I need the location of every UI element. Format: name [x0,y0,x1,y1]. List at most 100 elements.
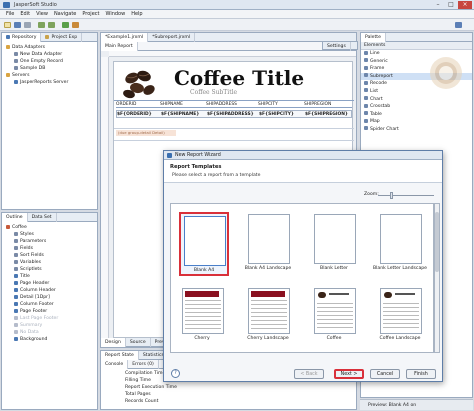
tab-main-report[interactable]: Main Report [101,42,138,51]
detail-field-cell[interactable]: $F{SHIPREGION} [305,112,348,117]
menu-item-window[interactable]: Window [105,10,125,19]
back-button[interactable]: < Back [294,369,324,379]
template-item[interactable]: Coffee Landscape [377,286,427,346]
tab-settings[interactable]: Settings [323,42,351,51]
zoom-slider[interactable] [378,192,434,199]
column-header-cell[interactable]: SHIPCITY [258,102,278,107]
template-item[interactable]: Cherry Landscape [245,286,295,346]
report-subtitle[interactable]: Coffee SubTitle [190,89,237,96]
menu-item-view[interactable]: View [36,10,48,19]
tab-palette[interactable]: Palette [361,33,386,42]
detail-field-cell[interactable]: $F{SHIPCITY} [259,112,294,117]
template-item[interactable]: Blank A4 [179,212,229,276]
menu-item-navigate[interactable]: Navigate [54,10,76,19]
perspective-icon[interactable] [455,22,462,28]
template-item[interactable]: Coffee [311,286,361,346]
run-icon[interactable] [62,22,69,28]
tab-dataset[interactable]: Data Set [28,213,57,222]
close-icon[interactable]: × [458,1,472,9]
outline-tree-item[interactable]: Coffee [4,224,95,231]
outline-tree-item[interactable]: Last Page Footer [4,315,95,322]
outline-tree-item[interactable]: Sort Fields [4,252,95,259]
palette-item-map[interactable]: Map [361,118,472,126]
outline-tree-item[interactable]: Summary [4,322,95,329]
gallery-scrollbar[interactable] [434,203,440,353]
outline-tree-item[interactable]: Page Header [4,280,95,287]
menu-item-file[interactable]: File [6,10,14,19]
palette-item-table[interactable]: Table [361,111,472,119]
column-header-cell[interactable]: SHIPNAME [160,102,183,107]
repository-tree-item[interactable]: Servers [4,72,95,79]
outline-tree-item[interactable]: Scriptlets [4,266,95,273]
outline-tree-node-icon [14,273,18,278]
outline-tree-item[interactable]: Column Header [4,287,95,294]
undo-icon[interactable] [38,22,45,28]
next-button[interactable]: Next > [334,369,364,379]
repository-tree-item-label: New Data Adapter [20,52,63,57]
outline-tree-item[interactable]: Detail [1Dpr] [4,294,95,301]
template-item[interactable]: Blank Letter [311,212,361,276]
template-item[interactable]: Cherry [179,286,229,346]
menu-item-help[interactable]: Help [131,10,142,19]
outline-tree-item[interactable]: Styles [4,231,95,238]
repository-tree-item[interactable]: Sample DB [4,65,95,72]
redo-icon[interactable] [48,22,55,28]
palette-item-chart[interactable]: Chart [361,96,472,104]
tab-subreport[interactable]: *Subreport.jrxml [148,33,196,42]
column-header-cell[interactable]: SHIPREGION [304,102,331,107]
report-title[interactable]: Coffee Title [174,66,304,90]
outline-tree-item-label: Background [20,337,48,342]
repository-tree-item[interactable]: JasperReports Server [4,79,95,86]
outline-tree-node-icon [14,266,18,271]
finish-button[interactable]: Finish [406,369,436,379]
help-button[interactable]: ? [171,369,180,378]
cancel-button[interactable]: Cancel [370,369,400,379]
palette-item-crosstab[interactable]: Crosstab [361,103,472,111]
minimize-icon[interactable]: – [432,1,444,9]
main-toolbar [0,19,474,31]
outline-tree-item[interactable]: No Data [4,329,95,336]
detail-field-cell[interactable]: $F{ORDERID} [117,112,152,117]
palette-section-header[interactable]: Elements [361,42,472,50]
palette-element-icon [364,80,368,85]
detail-field-cell[interactable]: $F{SHIPADDRESS} [207,112,254,117]
repository-tree-item[interactable]: New Data Adapter [4,51,95,58]
gallery-scroll-thumb[interactable] [435,212,439,272]
palette-item-spider-chart[interactable]: Spider Chart [361,126,472,134]
tab-example1[interactable]: *Example1.jrxml [101,33,149,42]
tab-design[interactable]: Design [101,338,126,347]
palette-element-icon [364,65,368,70]
tab-project-explorer[interactable]: Project Exp [41,33,83,42]
column-header-cell[interactable]: SHIPADDRESS [206,102,237,107]
tab-source[interactable]: Source [126,338,151,347]
detail-field-cell[interactable]: $F{SHIPNAME} [161,112,199,117]
outline-tree-item[interactable]: Background [4,336,95,343]
outline-tree-item-label: Scriptlets [20,267,42,272]
repository-tree-item[interactable]: One Empty Record [4,58,95,65]
menu-item-edit[interactable]: Edit [20,10,30,19]
tab-outline[interactable]: Outline [2,213,28,222]
column-header-cell[interactable]: ORDERID [116,102,136,107]
zoom-slider-handle[interactable] [390,192,393,199]
menu-item-project[interactable]: Project [82,10,99,19]
tab-report-state[interactable]: Report State [101,351,139,360]
outline-tree-item[interactable]: Column Footer [4,301,95,308]
outline-tree-item[interactable]: Parameters [4,238,95,245]
tab-console[interactable]: Console [101,360,129,369]
title-band-divider [114,100,354,101]
template-item[interactable]: Blank Letter Landscape [373,212,427,276]
maximize-icon[interactable]: □ [445,1,457,9]
tab-errors[interactable]: Errors (0) [128,360,159,369]
report-state-row: Report Execution Time [125,385,177,390]
repository-tree-item[interactable]: Data Adapters [4,44,95,51]
template-item[interactable]: Blank A4 Landscape [245,212,295,276]
outline-tree-item[interactable]: Fields [4,245,95,252]
outline-tree-item[interactable]: Page Footer [4,308,95,315]
save-icon[interactable] [14,22,21,28]
tab-repository[interactable]: Repository [2,33,42,42]
outline-tree-item[interactable]: Variables [4,259,95,266]
new-file-icon[interactable] [4,22,11,28]
outline-tree-item[interactable]: Title [4,273,95,280]
debug-icon[interactable] [72,22,79,28]
print-icon[interactable] [24,22,31,28]
